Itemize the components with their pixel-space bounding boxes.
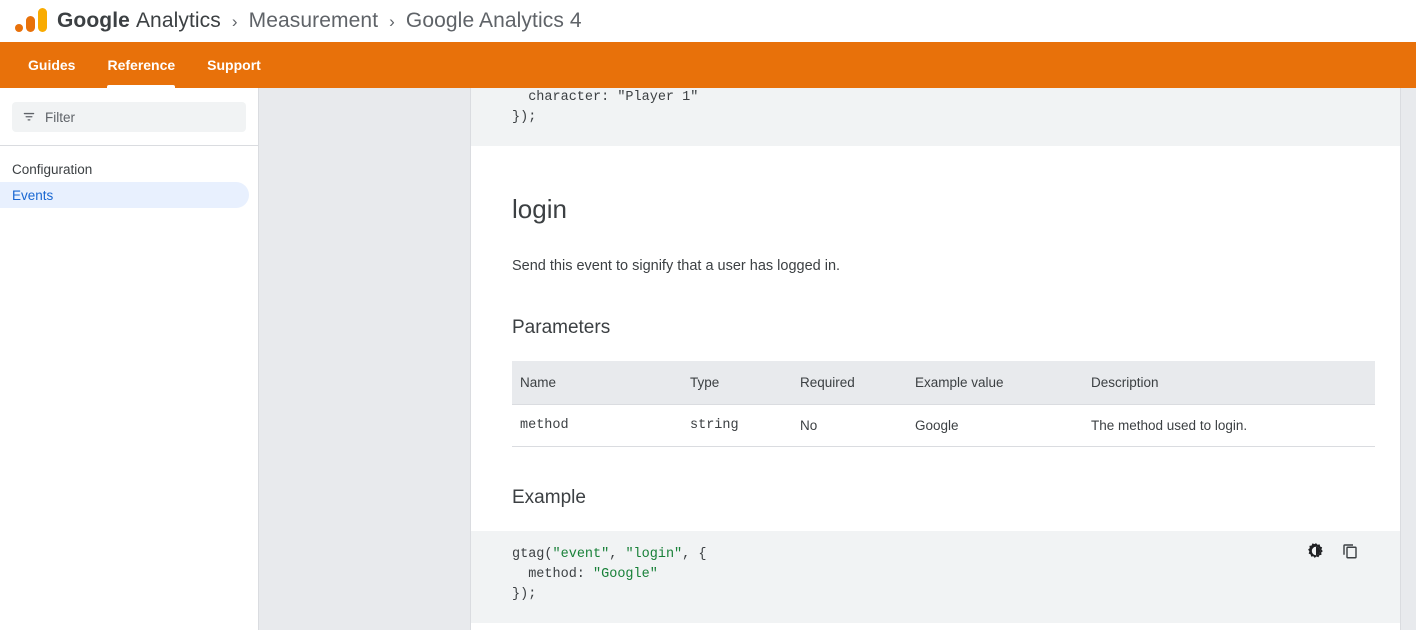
code-previous-line-last: }); <box>512 110 536 125</box>
cell-example-value: Google <box>907 405 1083 447</box>
logo-bar-tall <box>38 8 47 32</box>
logo-bar-medium <box>26 16 35 32</box>
code-block-previous: character: "Player 1" }); <box>471 88 1416 146</box>
breadcrumb-item-measurement[interactable]: Measurement <box>249 9 379 33</box>
cell-name: method <box>512 405 682 447</box>
right-gutter-strip <box>1400 88 1416 630</box>
breadcrumb-brand[interactable]: Google <box>57 9 130 33</box>
table-header-row: Name Type Required Example value Descrip… <box>512 361 1375 405</box>
code-example-l2-string-google: "Google" <box>593 567 658 582</box>
code-block-previous-text: character: "Player 1" }); <box>471 88 1416 128</box>
column-header-description: Description <box>1083 361 1375 405</box>
filter-icon <box>22 110 36 124</box>
primary-nav-bar: Guides Reference Support <box>0 42 1416 88</box>
column-header-required: Required <box>792 361 907 405</box>
column-header-example-value: Example value <box>907 361 1083 405</box>
code-block-actions <box>1306 541 1360 561</box>
parameters-table-head: Name Type Required Example value Descrip… <box>512 361 1375 405</box>
nav-tab-guides[interactable]: Guides <box>12 42 91 88</box>
code-example-l1-string-login: "login" <box>625 547 682 562</box>
cell-type: string <box>682 405 792 447</box>
code-block-example-text: gtag("event", "login", { method: "Google… <box>471 545 1416 605</box>
cell-required: No <box>792 405 907 447</box>
sidebar-nav-list: Configuration Events <box>0 146 258 208</box>
page-description: Send this event to signify that a user h… <box>512 225 1375 277</box>
sidebar-item-configuration-label: Configuration <box>12 162 92 177</box>
logo-dot <box>15 24 23 32</box>
breadcrumb-item-ga4[interactable]: Google Analytics 4 <box>406 9 582 33</box>
brightness-contrast-icon[interactable] <box>1306 541 1326 561</box>
sidebar-item-events-label: Events <box>12 188 53 203</box>
code-previous-line-clipped: character: "Player 1" <box>512 90 698 105</box>
parameters-table: Name Type Required Example value Descrip… <box>512 361 1375 447</box>
nav-tab-reference-label: Reference <box>107 57 175 73</box>
main-content: character: "Player 1" }); login Send thi… <box>471 88 1416 630</box>
breadcrumb: Google Analytics › Measurement › Google … <box>57 9 582 33</box>
breadcrumb-product[interactable]: Analytics <box>136 9 221 33</box>
sidebar-item-configuration[interactable]: Configuration <box>0 156 249 182</box>
code-example-l2-a: method: <box>512 567 593 582</box>
code-example-l1-a: gtag( <box>512 547 553 562</box>
table-row: method string No Google The method used … <box>512 405 1375 447</box>
nav-tab-reference[interactable]: Reference <box>91 42 191 88</box>
code-example-l1-c: , { <box>682 547 706 562</box>
sidebar-filter-input[interactable] <box>45 110 236 125</box>
left-sidebar: Configuration Events <box>0 88 259 630</box>
article-section: login Send this event to signify that a … <box>471 146 1416 509</box>
code-example-l3: }); <box>512 587 536 602</box>
top-breadcrumb-bar: Google Analytics › Measurement › Google … <box>0 0 1416 42</box>
sidebar-item-events[interactable]: Events <box>0 182 249 208</box>
nav-tab-guides-label: Guides <box>28 57 75 73</box>
sidebar-filter-box[interactable] <box>12 102 246 132</box>
copy-icon[interactable] <box>1340 541 1360 561</box>
google-analytics-logo[interactable] <box>14 7 48 35</box>
page-title: login <box>512 146 1375 225</box>
code-example-l1-string-event: "event" <box>553 547 610 562</box>
breadcrumb-separator-2: › <box>389 12 395 32</box>
example-heading: Example <box>512 447 1375 509</box>
code-block-example: gtag("event", "login", { method: "Google… <box>471 531 1416 623</box>
parameters-heading: Parameters <box>512 277 1375 339</box>
sidebar-filter-wrap <box>0 88 258 145</box>
breadcrumb-separator-1: › <box>232 12 238 32</box>
nav-tab-support-label: Support <box>207 57 261 73</box>
parameters-table-body: method string No Google The method used … <box>512 405 1375 447</box>
column-header-type: Type <box>682 361 792 405</box>
code-example-l1-b: , <box>609 547 625 562</box>
page-body: Configuration Events character: "Player … <box>0 88 1416 630</box>
nav-tab-support[interactable]: Support <box>191 42 277 88</box>
content-left-gutter <box>259 88 471 630</box>
column-header-name: Name <box>512 361 682 405</box>
cell-description: The method used to login. <box>1083 405 1375 447</box>
